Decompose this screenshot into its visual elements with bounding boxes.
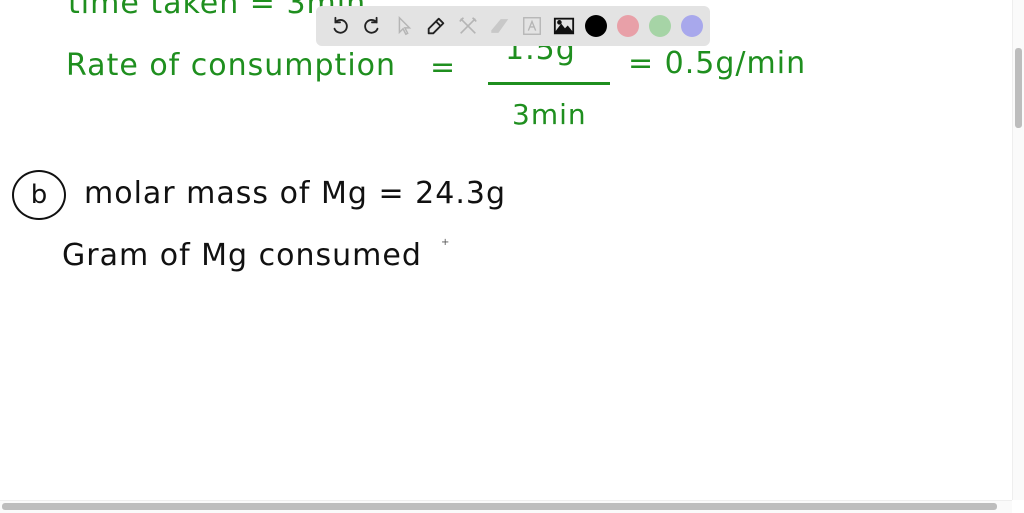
color-red-swatch[interactable] xyxy=(617,15,639,37)
note-rate-label: Rate of consumption xyxy=(66,48,397,83)
tools-icon xyxy=(459,17,477,34)
part-b-marker: b xyxy=(12,170,66,220)
image-icon xyxy=(553,17,575,35)
note-rate-result: = 0.5g/min xyxy=(628,46,807,81)
text-icon xyxy=(523,17,541,35)
pencil-icon xyxy=(427,17,445,35)
tools-button[interactable] xyxy=(452,10,484,42)
color-blue-swatch[interactable] xyxy=(681,15,703,37)
redo-button[interactable] xyxy=(356,10,388,42)
whiteboard-canvas[interactable]: time taken = 3min Rate of consumption = … xyxy=(0,0,1010,500)
note-molar-mass: molar mass of Mg = 24.3g xyxy=(84,176,506,211)
pen-button[interactable] xyxy=(420,10,452,42)
redo-icon xyxy=(364,16,379,34)
eraser-icon xyxy=(491,19,509,33)
note-gram-consumed: Gram of Mg consumed xyxy=(62,238,422,273)
cursor-icon xyxy=(398,15,412,36)
horizontal-scrollbar-thumb[interactable] xyxy=(2,503,997,510)
select-button[interactable] xyxy=(388,10,420,42)
text-button[interactable] xyxy=(516,10,548,42)
crosshair-cursor-icon: + xyxy=(441,237,450,248)
undo-icon xyxy=(333,16,348,34)
drawing-toolbar xyxy=(316,6,710,46)
eraser-button[interactable] xyxy=(484,10,516,42)
note-equals: = xyxy=(430,50,457,85)
color-green-swatch[interactable] xyxy=(649,15,671,37)
image-button[interactable] xyxy=(548,10,580,42)
fraction-bar xyxy=(488,82,610,85)
fraction-denominator: 3min xyxy=(512,98,587,131)
part-b-label: b xyxy=(30,180,48,210)
undo-button[interactable] xyxy=(324,10,356,42)
color-black-swatch[interactable] xyxy=(585,15,607,37)
vertical-scrollbar-thumb[interactable] xyxy=(1015,48,1022,128)
